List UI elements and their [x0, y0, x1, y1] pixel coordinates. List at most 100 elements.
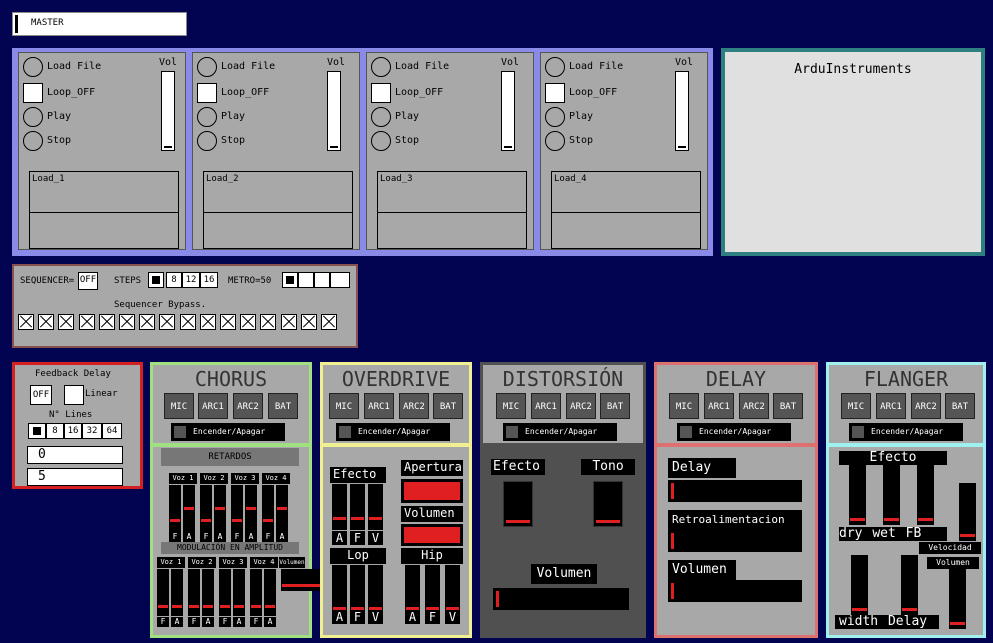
- mic-button[interactable]: MIC: [841, 393, 871, 419]
- bypass-checkbox[interactable]: [159, 314, 176, 330]
- fader-slider[interactable]: [368, 484, 383, 530]
- bypass-checkbox[interactable]: [179, 314, 196, 330]
- fader-slider[interactable]: [250, 569, 262, 616]
- retro-slider[interactable]: [668, 530, 802, 552]
- bat-button[interactable]: BAT: [600, 393, 630, 419]
- mic-button[interactable]: MIC: [496, 393, 526, 419]
- fader-slider[interactable]: [233, 569, 245, 616]
- sequencer-toggle[interactable]: OFF: [78, 272, 98, 290]
- metro-step-3[interactable]: [314, 272, 330, 288]
- steps-8[interactable]: 8: [166, 272, 182, 288]
- arc2-button[interactable]: ARC2: [566, 393, 596, 419]
- fader-slider[interactable]: [245, 485, 257, 532]
- arc1-button[interactable]: ARC1: [198, 393, 228, 419]
- bypass-checkbox[interactable]: [58, 314, 75, 330]
- mic-button[interactable]: MIC: [329, 393, 359, 419]
- arc2-button[interactable]: ARC2: [739, 393, 769, 419]
- vol-slider[interactable]: [501, 71, 515, 151]
- onoff-toggle[interactable]: Encender/Apagar: [677, 423, 791, 441]
- fader-slider[interactable]: [157, 569, 169, 616]
- fader-slider[interactable]: [231, 485, 243, 532]
- load-file-button[interactable]: [545, 57, 565, 77]
- lines-64[interactable]: 64: [102, 423, 122, 439]
- vol-slider[interactable]: [675, 71, 689, 151]
- fader-slider[interactable]: [851, 555, 868, 615]
- bypass-checkbox[interactable]: [119, 314, 135, 330]
- fader-slider[interactable]: [883, 465, 900, 525]
- linear-toggle[interactable]: [64, 385, 84, 405]
- onoff-toggle[interactable]: Encender/Apagar: [171, 423, 285, 441]
- play-button[interactable]: [545, 107, 565, 127]
- bypass-checkbox[interactable]: [139, 314, 156, 330]
- bypass-checkbox[interactable]: [220, 314, 236, 330]
- od-volumen-slider[interactable]: [401, 524, 463, 546]
- loop-toggle[interactable]: [371, 83, 391, 103]
- bypass-checkbox[interactable]: [98, 314, 115, 330]
- stop-button[interactable]: [197, 131, 217, 151]
- dist-volumen-slider[interactable]: [493, 588, 629, 610]
- fader-slider[interactable]: [264, 569, 276, 616]
- bypass-checkbox[interactable]: [18, 314, 34, 330]
- bypass-checkbox[interactable]: [260, 314, 277, 330]
- metro-step-2[interactable]: [298, 272, 314, 288]
- fader-slider[interactable]: [188, 569, 200, 616]
- lines-8[interactable]: 8: [46, 423, 64, 439]
- fader-slider[interactable]: [332, 484, 347, 530]
- play-button[interactable]: [371, 107, 391, 127]
- arc1-button[interactable]: ARC1: [876, 393, 906, 419]
- fader-slider[interactable]: [183, 485, 195, 532]
- load-file-button[interactable]: [197, 57, 217, 77]
- stop-button[interactable]: [23, 131, 43, 151]
- fader-slider[interactable]: [200, 485, 212, 532]
- load-file-button[interactable]: [371, 57, 391, 77]
- fader-slider[interactable]: [901, 555, 918, 615]
- dist-efecto-slider[interactable]: [503, 481, 533, 527]
- fader-slider[interactable]: [959, 483, 976, 541]
- delay-volumen-slider[interactable]: [668, 580, 802, 602]
- feedback-off-toggle[interactable]: OFF: [30, 385, 52, 405]
- steps-12[interactable]: 12: [182, 272, 200, 288]
- fader-slider[interactable]: [350, 484, 365, 530]
- loop-toggle[interactable]: [197, 83, 217, 103]
- arc1-button[interactable]: ARC1: [364, 393, 394, 419]
- play-button[interactable]: [23, 107, 43, 127]
- mic-button[interactable]: MIC: [164, 393, 194, 419]
- bypass-checkbox[interactable]: [300, 314, 317, 330]
- metro-step-4[interactable]: [330, 272, 350, 288]
- bat-button[interactable]: BAT: [945, 393, 975, 419]
- bypass-checkbox[interactable]: [321, 314, 337, 330]
- loop-toggle[interactable]: [23, 83, 43, 103]
- stop-button[interactable]: [545, 131, 565, 151]
- fader-slider[interactable]: [171, 569, 183, 616]
- bat-button[interactable]: BAT: [433, 393, 463, 419]
- bypass-checkbox[interactable]: [240, 314, 257, 330]
- arc2-button[interactable]: ARC2: [911, 393, 941, 419]
- arc1-button[interactable]: ARC1: [704, 393, 734, 419]
- bat-button[interactable]: BAT: [268, 393, 298, 419]
- stop-button[interactable]: [371, 131, 391, 151]
- mic-button[interactable]: MIC: [669, 393, 699, 419]
- arc2-button[interactable]: ARC2: [399, 393, 429, 419]
- fader-slider[interactable]: [849, 465, 866, 525]
- apertura-slider[interactable]: [401, 479, 463, 503]
- delay-slider[interactable]: [668, 480, 802, 502]
- fader-slider[interactable]: [214, 485, 226, 532]
- steps-indicator[interactable]: [148, 272, 164, 288]
- lines-32[interactable]: 32: [82, 423, 102, 439]
- number-box-2[interactable]: 5: [27, 468, 123, 486]
- load-file-button[interactable]: [23, 57, 43, 77]
- fader-slider[interactable]: [949, 569, 966, 629]
- fader-slider[interactable]: [219, 569, 231, 616]
- vol-slider[interactable]: [327, 71, 341, 151]
- bat-button[interactable]: BAT: [773, 393, 803, 419]
- master-field[interactable]: MASTER: [12, 12, 187, 36]
- bypass-checkbox[interactable]: [280, 314, 297, 330]
- arc2-button[interactable]: ARC2: [233, 393, 263, 419]
- onoff-toggle[interactable]: Encender/Apagar: [336, 423, 450, 441]
- fader-slider[interactable]: [917, 465, 934, 525]
- fader-slider[interactable]: [202, 569, 214, 616]
- play-button[interactable]: [197, 107, 217, 127]
- onoff-toggle[interactable]: Encender/Apagar: [849, 423, 963, 441]
- fader-slider[interactable]: [262, 485, 274, 532]
- loop-toggle[interactable]: [545, 83, 565, 103]
